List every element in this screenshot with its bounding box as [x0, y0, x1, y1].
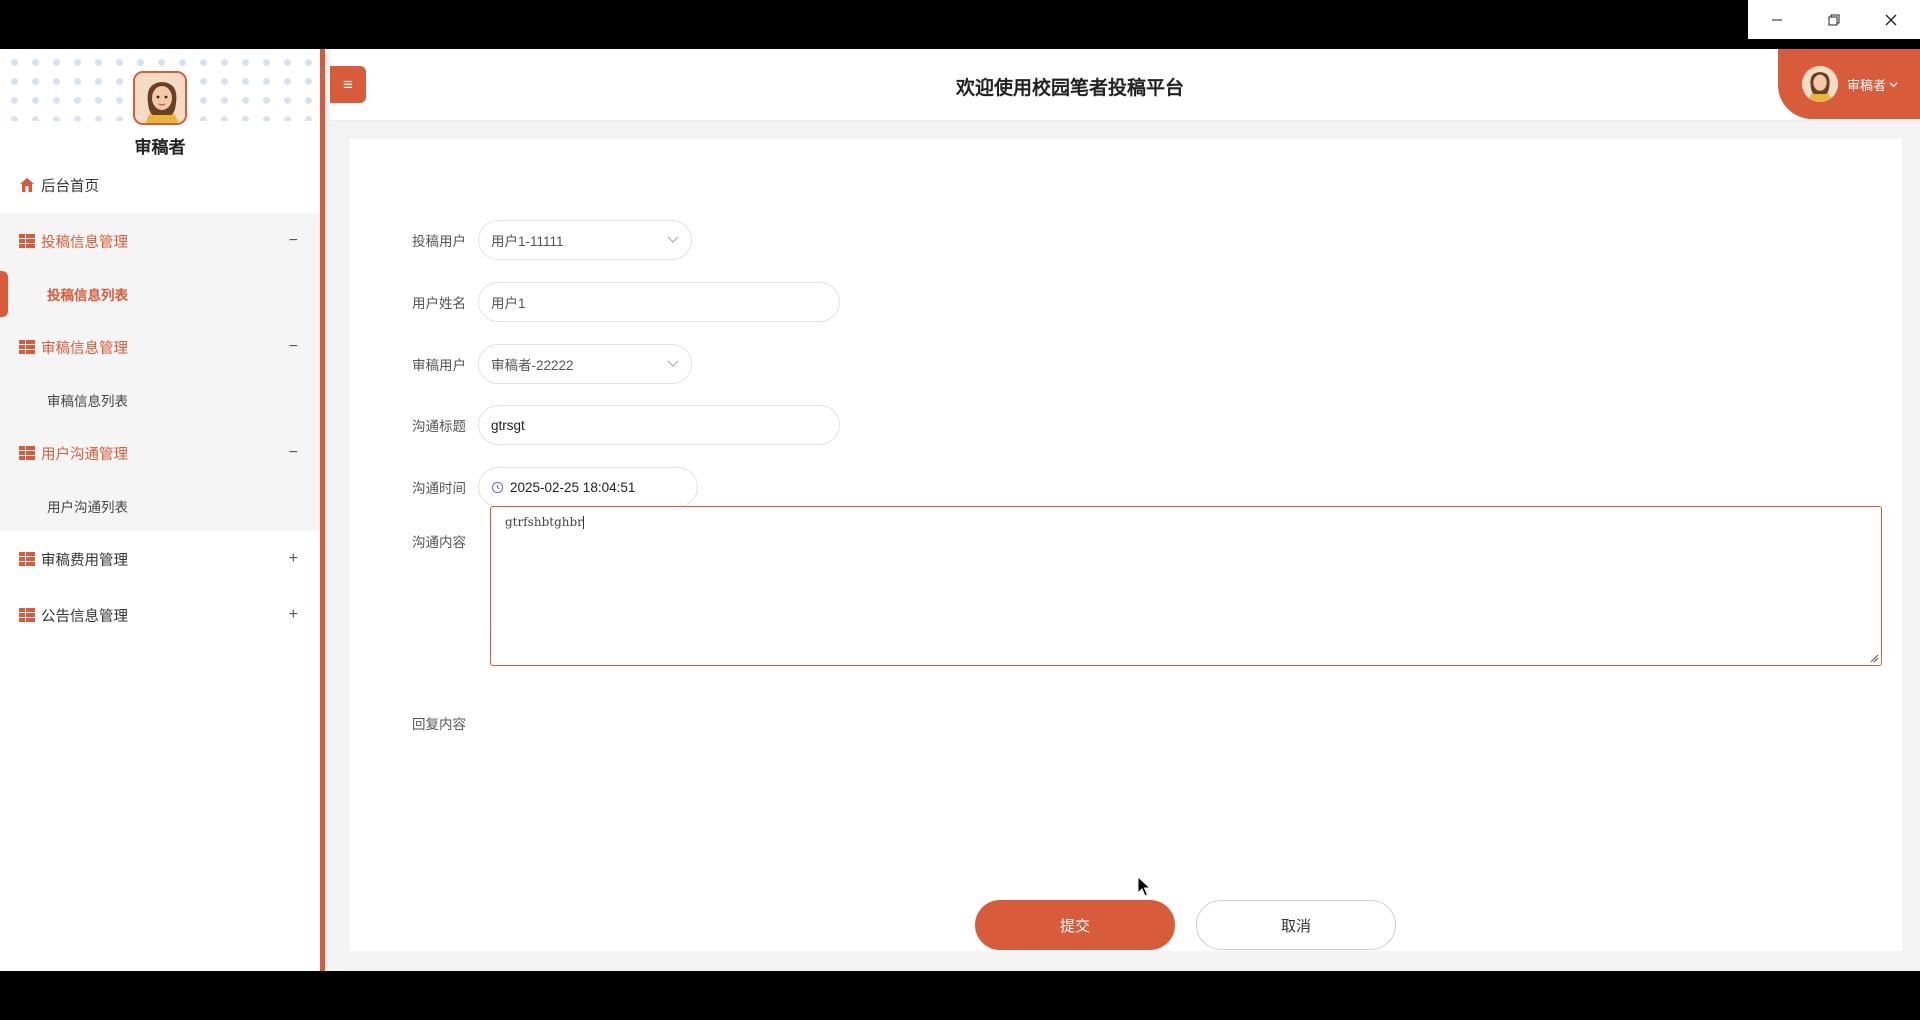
- submit-button[interactable]: 提交: [975, 900, 1175, 950]
- submenu-communications: 用户沟通列表: [0, 481, 320, 531]
- form-card: 投稿用户 用户1-11111 用户姓名 用户1 审稿用户 审稿者-22222 沟…: [350, 139, 1902, 951]
- app-window: 审稿者 后台首页 投稿信息管理 − 投稿信息列表 审稿信息管理 − 审稿信息列表…: [0, 49, 1920, 971]
- field-label: 回复内容: [412, 717, 466, 732]
- field-label: 沟通时间: [412, 481, 466, 496]
- sidebar-item-submission-list[interactable]: 投稿信息列表: [0, 269, 320, 319]
- grid-icon: [19, 445, 35, 461]
- chevron-down-icon: [1889, 77, 1898, 92]
- avatar: [133, 71, 187, 125]
- textarea-value: gtrfshbtghbr: [505, 515, 583, 529]
- username-input[interactable]: 用户1: [478, 282, 840, 322]
- sidebar-item-review-list[interactable]: 审稿信息列表: [0, 375, 320, 425]
- input-value: gtrsgt: [491, 417, 525, 433]
- grid-icon: [19, 551, 35, 567]
- submitter-select[interactable]: 用户1-11111: [478, 220, 692, 260]
- field-content-label-row: 沟通内容: [350, 531, 478, 551]
- page-title: 欢迎使用校园笔者投稿平台: [955, 78, 1184, 99]
- collapse-icon[interactable]: −: [289, 444, 298, 462]
- user-menu[interactable]: 审稿者: [1778, 49, 1920, 119]
- sidebar-header: 审稿者: [0, 49, 320, 157]
- avatar: [1802, 66, 1838, 102]
- subject-input[interactable]: gtrsgt: [478, 405, 840, 445]
- expand-icon[interactable]: +: [289, 550, 298, 568]
- chevron-down-icon: [667, 233, 679, 247]
- submenu-reviews: 审稿信息列表: [0, 375, 320, 425]
- close-icon[interactable]: [1862, 0, 1919, 39]
- select-value: 用户1-11111: [491, 234, 564, 249]
- sidebar-item-submissions[interactable]: 投稿信息管理 −: [0, 213, 320, 269]
- field-label: 沟通标题: [412, 419, 466, 434]
- text-caret: [582, 516, 584, 529]
- clock-icon: [491, 481, 504, 494]
- sidebar-item-home[interactable]: 后台首页: [0, 157, 320, 213]
- input-value: 2025-02-25 18:04:51: [510, 479, 636, 495]
- sidebar-item-announcements[interactable]: 公告信息管理 +: [0, 587, 320, 643]
- collapse-icon[interactable]: −: [289, 338, 298, 356]
- minimize-icon[interactable]: [1748, 0, 1805, 39]
- sidebar-item-label: 后台首页: [41, 178, 99, 195]
- user-name: 审稿者: [1847, 77, 1887, 93]
- grid-icon: [19, 607, 35, 623]
- submenu-submissions: 投稿信息列表: [0, 269, 320, 319]
- sidebar: 审稿者 后台首页 投稿信息管理 − 投稿信息列表 审稿信息管理 − 审稿信息列表…: [0, 49, 325, 971]
- content-textarea[interactable]: gtrfshbtghbr: [490, 506, 1882, 666]
- os-titlebar: [0, 0, 1920, 49]
- reviewer-select[interactable]: 审稿者-22222: [478, 344, 692, 384]
- field-submitter: 投稿用户 用户1-11111: [350, 220, 692, 260]
- grid-icon: [19, 339, 35, 355]
- sidebar-item-communication-list[interactable]: 用户沟通列表: [0, 481, 320, 531]
- field-reply: 回复内容: [350, 713, 478, 733]
- sidebar-item-reviews[interactable]: 审稿信息管理 −: [0, 319, 320, 375]
- field-subject: 沟通标题 gtrsgt: [350, 405, 840, 445]
- chevron-down-icon: [667, 357, 679, 371]
- collapse-icon[interactable]: −: [289, 232, 298, 250]
- resize-handle-icon[interactable]: [1869, 653, 1879, 663]
- expand-icon[interactable]: +: [289, 606, 298, 624]
- field-time: 沟通时间 2025-02-25 18:04:51: [350, 467, 698, 507]
- mouse-cursor-icon: [1137, 875, 1153, 903]
- restore-icon[interactable]: [1805, 0, 1862, 39]
- sidebar-item-label: 投稿信息管理: [41, 234, 128, 251]
- field-label: 用户姓名: [412, 296, 466, 311]
- os-bottom-bar: [0, 971, 1920, 1020]
- sidebar-item-label: 审稿信息管理: [41, 340, 128, 357]
- sidebar-item-label: 用户沟通管理: [41, 446, 128, 463]
- grid-icon: [19, 233, 35, 249]
- field-label: 沟通内容: [412, 535, 466, 550]
- sidebar-item-fees[interactable]: 审稿费用管理 +: [0, 531, 320, 587]
- sidebar-role-name: 审稿者: [134, 138, 186, 157]
- input-value: 用户1: [491, 296, 526, 311]
- sidebar-item-label: 审稿费用管理: [41, 552, 128, 569]
- datetime-picker[interactable]: 2025-02-25 18:04:51: [478, 467, 698, 507]
- sidebar-item-label: 公告信息管理: [41, 608, 128, 625]
- top-header: ≡ 欢迎使用校园笔者投稿平台 审稿者: [330, 49, 1920, 121]
- field-reviewer: 审稿用户 审稿者-22222: [350, 344, 692, 384]
- field-label: 投稿用户: [412, 234, 466, 249]
- home-icon: [19, 177, 35, 193]
- select-value: 审稿者-22222: [491, 358, 574, 373]
- sidebar-item-communications[interactable]: 用户沟通管理 −: [0, 425, 320, 481]
- window-controls: [1748, 0, 1920, 39]
- field-username: 用户姓名 用户1: [350, 282, 840, 322]
- field-label: 审稿用户: [412, 358, 466, 373]
- cancel-button[interactable]: 取消: [1196, 900, 1396, 950]
